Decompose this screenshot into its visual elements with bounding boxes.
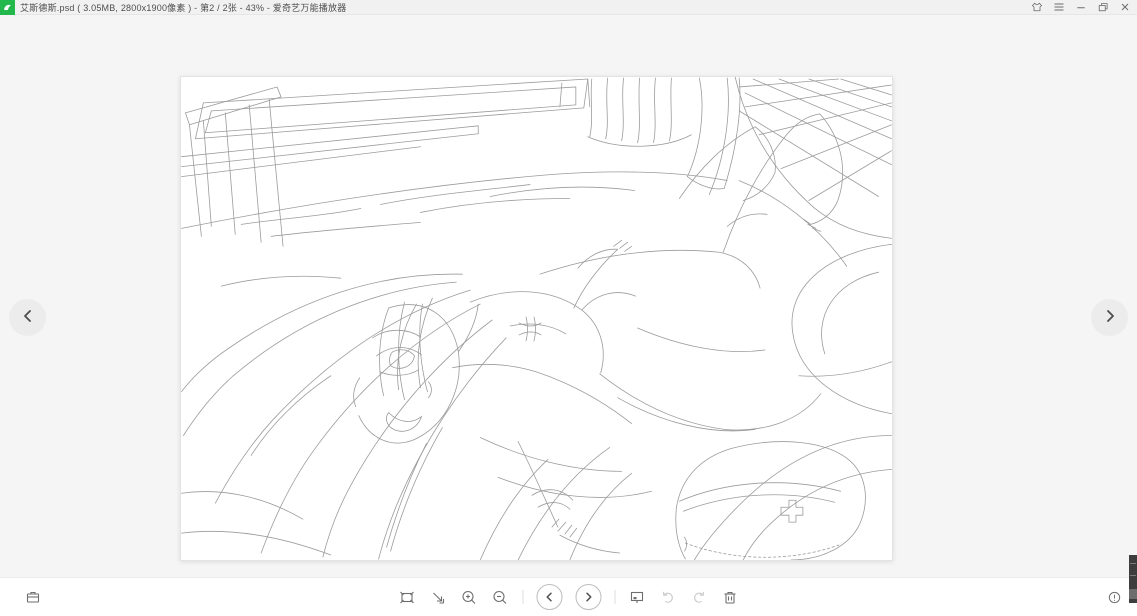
minimize-icon[interactable] — [1074, 1, 1087, 14]
toolbox-icon[interactable] — [24, 588, 42, 606]
skin-icon[interactable] — [1030, 1, 1043, 14]
prev-page-button[interactable] — [9, 299, 46, 336]
titlebar: 艾斯德斯.psd ( 3.05MB, 2800x1900像素 ) - 第2 / … — [0, 0, 1137, 15]
image-canvas[interactable] — [180, 76, 893, 561]
toolbar-divider — [614, 590, 615, 604]
zoom-out-icon[interactable] — [491, 588, 509, 606]
viewer-area — [0, 16, 1137, 577]
window-controls — [1030, 1, 1137, 14]
actual-size-icon[interactable] — [429, 588, 447, 606]
next-page-button[interactable] — [1091, 299, 1128, 336]
player-window: 艾斯德斯.psd ( 3.05MB, 2800x1900像素 ) - 第2 / … — [0, 0, 1137, 616]
image-tools — [398, 584, 739, 610]
line-art-illustration — [181, 77, 892, 560]
bottom-toolbar — [0, 577, 1137, 616]
window-title: 艾斯德斯.psd ( 3.05MB, 2800x1900像素 ) - 第2 / … — [20, 2, 347, 13]
undo-icon[interactable] — [659, 588, 677, 606]
menu-icon[interactable] — [1052, 1, 1065, 14]
next-image-button[interactable] — [575, 584, 601, 610]
scrollbar-thumb[interactable] — [1129, 555, 1137, 603]
chevron-right-icon — [1102, 308, 1118, 327]
toolbar-divider — [522, 590, 523, 604]
close-icon[interactable] — [1118, 1, 1131, 14]
redo-icon[interactable] — [690, 588, 708, 606]
delete-icon[interactable] — [721, 588, 739, 606]
info-icon[interactable] — [1105, 588, 1123, 606]
app-logo-icon — [0, 0, 15, 15]
restore-icon[interactable] — [1096, 1, 1109, 14]
fit-screen-icon[interactable] — [398, 588, 416, 606]
prev-image-button[interactable] — [536, 584, 562, 610]
chevron-left-icon — [20, 308, 36, 327]
wallpaper-icon[interactable] — [628, 588, 646, 606]
zoom-in-icon[interactable] — [460, 588, 478, 606]
